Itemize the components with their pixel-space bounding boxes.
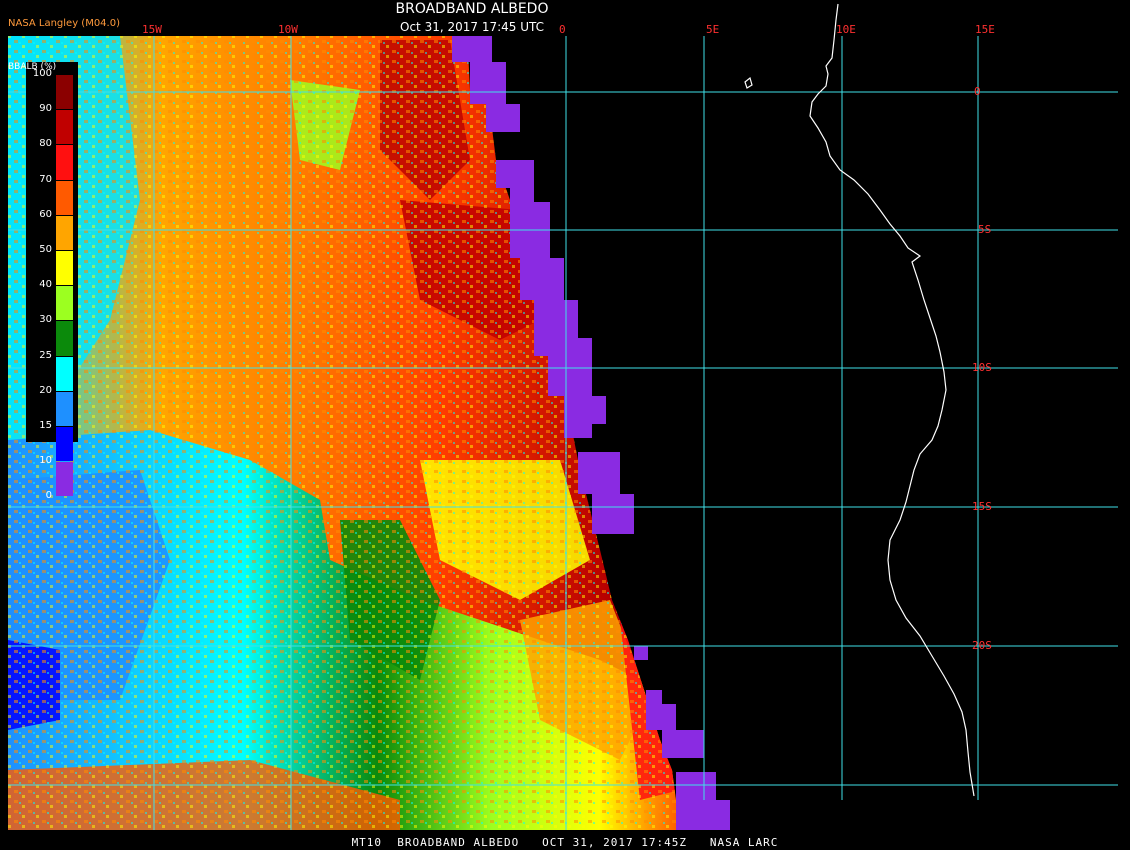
map-title: BROADBAND ALBEDO (395, 1, 549, 17)
lat-label-5s: 5S (978, 223, 991, 236)
legend-label: 10 (39, 455, 52, 467)
legend-label: 80 (39, 138, 52, 150)
legend-swatch (56, 145, 73, 180)
lat-label-0: 0 (974, 85, 981, 98)
footer-caption: MT10 BROADBAND ALBEDO OCT 31, 2017 17:45… (351, 836, 779, 849)
legend-swatch (56, 215, 73, 250)
legend-label: 50 (39, 244, 52, 255)
legend-label: 100 (32, 68, 52, 79)
lat-label-15s: 15S (972, 500, 992, 513)
color-legend: BBALB (%) 100 90 80 70 60 50 40 30 25 20 15 10 0 (8, 62, 78, 501)
coastline (744, 3, 975, 797)
legend-swatch (56, 180, 73, 215)
lat-label-10s: 10S (972, 361, 992, 374)
legend-swatch (56, 75, 73, 110)
legend-label: 0 (45, 490, 52, 502)
legend-swatch (56, 110, 73, 145)
legend-swatch (56, 427, 73, 462)
legend-label: 25 (39, 349, 52, 361)
legend-swatch (56, 251, 73, 286)
albedo-map: 15W 10W 0 5E 10E 15E 0 5S 10S 15S 20S (8, 3, 1118, 830)
lat-label-20s: 20S (972, 639, 992, 652)
lon-label-15e: 15E (975, 23, 995, 36)
legend-swatch (56, 462, 73, 497)
legend-label: 20 (39, 384, 52, 396)
legend-label: 15 (39, 420, 52, 431)
legend-swatch (56, 391, 73, 426)
legend-caption: NASA Langley (M04.0) (8, 18, 120, 29)
legend-label: 60 (39, 208, 52, 220)
legend-label: 70 (39, 173, 52, 185)
legend-swatch (56, 321, 73, 356)
legend-label: 30 (39, 314, 52, 326)
albedo-field (8, 36, 676, 830)
legend-swatch (56, 286, 73, 321)
latitude-labels: 0 5S 10S 15S 20S (972, 85, 992, 652)
legend-swatch (56, 356, 73, 391)
legend-label: 40 (39, 279, 52, 291)
map-timestamp: Oct 31, 2017 17:45 UTC (400, 20, 544, 34)
legend-label: 90 (39, 103, 52, 115)
